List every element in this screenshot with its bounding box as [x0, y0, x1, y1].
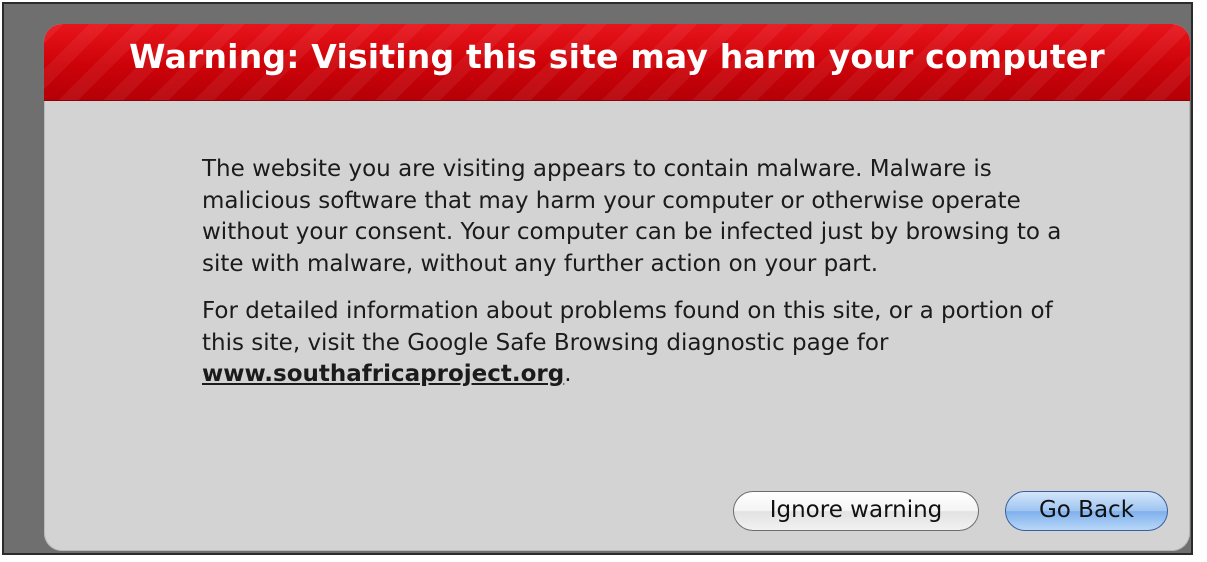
diagnostic-info-text: For detailed information about problems … — [202, 298, 1053, 356]
go-back-button[interactable]: Go Back — [1005, 491, 1168, 531]
warning-header: Warning: Visiting this site may harm you… — [44, 24, 1190, 101]
diagnostic-info-period: . — [564, 361, 572, 387]
ignore-warning-button[interactable]: Ignore warning — [733, 491, 979, 531]
malware-explanation: The website you are visiting appears to … — [202, 156, 1062, 277]
site-diagnostic-link[interactable]: www.southafricaproject.org — [202, 361, 564, 387]
window-frame: Warning: Visiting this site may harm you… — [2, 2, 1193, 555]
malware-warning-dialog: Warning: Visiting this site may harm you… — [44, 24, 1190, 551]
diagnostic-info: For detailed information about problems … — [202, 296, 1072, 391]
warning-message: The website you are visiting appears to … — [202, 154, 1072, 407]
warning-title: Warning: Visiting this site may harm you… — [129, 37, 1105, 76]
